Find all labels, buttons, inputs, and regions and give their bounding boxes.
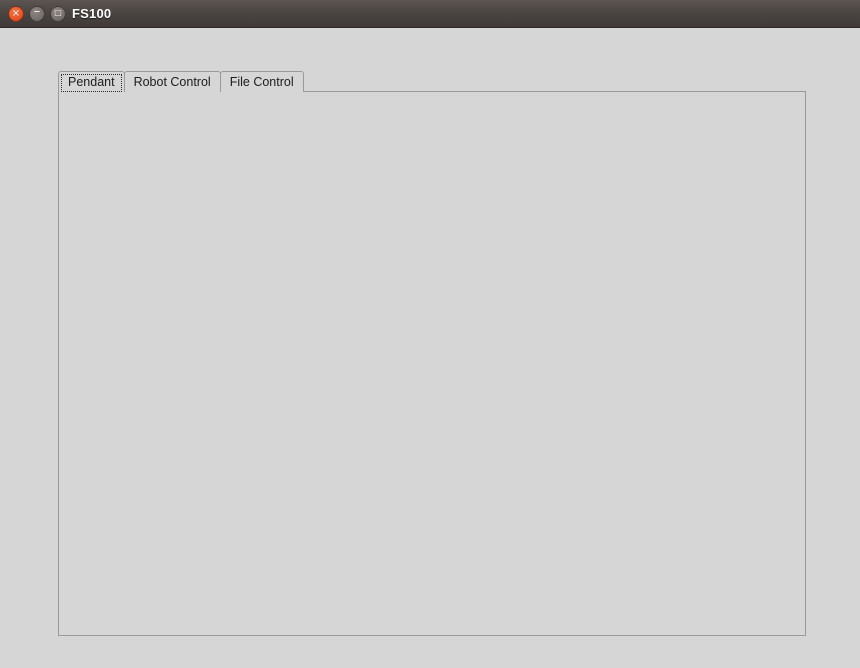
minimize-icon[interactable]: – [29, 3, 45, 22]
window-titlebar: × – □ FS100 [0, 0, 860, 28]
maximize-icon[interactable]: □ [50, 6, 66, 22]
tab-page-pendant [58, 91, 806, 636]
maximize-glyph: □ [54, 8, 62, 17]
minimize-glyph: – [33, 3, 41, 19]
window-title: FS100 [72, 6, 112, 21]
tab-file-control[interactable]: File Control [219, 71, 304, 92]
tab-file-control-label: File Control [229, 75, 294, 89]
tab-pendant-label: Pendant [68, 75, 115, 89]
tab-robot-control-label: Robot Control [133, 75, 211, 89]
tab-bar: Pendant Robot Control File Control [58, 69, 304, 92]
close-icon[interactable]: × [8, 6, 24, 22]
tab-robot-control[interactable]: Robot Control [123, 71, 221, 92]
tab-pendant[interactable]: Pendant [58, 71, 125, 92]
close-glyph: × [11, 7, 21, 19]
